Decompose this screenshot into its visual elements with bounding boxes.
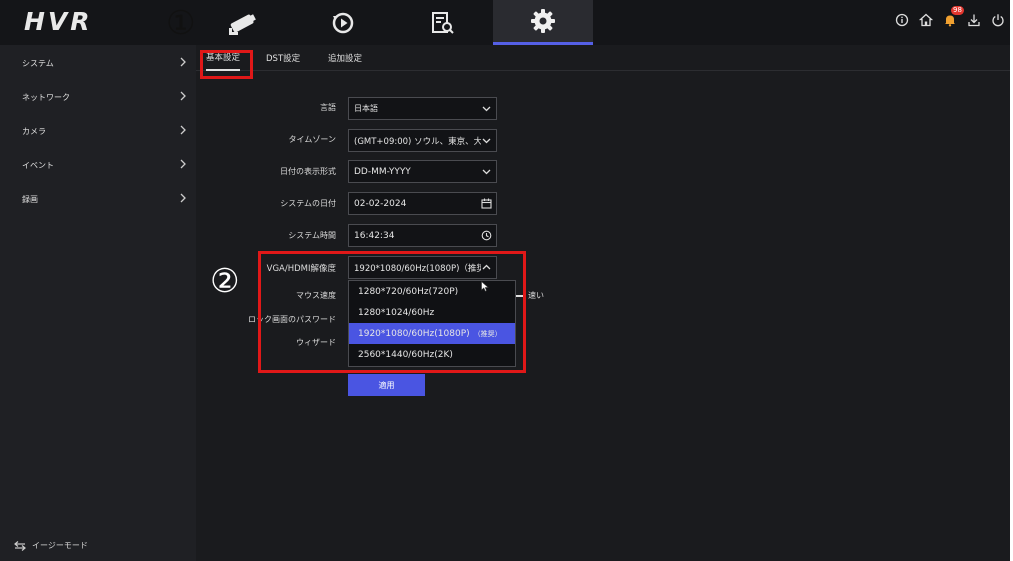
resolution-option[interactable]: 1280*720/60Hz(720P)	[349, 281, 515, 302]
top-right-icons: 98	[894, 6, 1006, 28]
timezone-value: (GMT+09:00) ソウル、東京、大阪	[354, 136, 491, 147]
chevron-right-icon	[180, 57, 186, 67]
clock-icon[interactable]	[481, 230, 492, 241]
chevron-down-icon	[481, 166, 492, 177]
resolution-option[interactable]: 2560*1440/60Hz(2K)	[349, 344, 515, 365]
settings-tabs: 基本設定 DST設定 追加設定	[196, 45, 1010, 71]
annotation-number-one: ①	[166, 3, 196, 42]
nav-search[interactable]	[393, 0, 493, 45]
mouse-speed-slider-end[interactable]: 速い	[516, 290, 544, 301]
tab-dst-settings[interactable]: DST設定	[266, 45, 300, 71]
system-time-value: 16:42:34	[354, 230, 395, 241]
easy-mode-toggle[interactable]: イージーモード	[14, 540, 88, 551]
sidebar-item-system[interactable]: システム	[0, 50, 196, 76]
date-format-select[interactable]: DD-MM-YYYY	[348, 160, 497, 183]
chevron-right-icon	[180, 91, 186, 101]
sidebar: システム ネットワーク カメラ イベント 録画 イージーモード	[0, 45, 196, 561]
download-icon[interactable]	[966, 12, 982, 28]
search-file-icon	[432, 11, 454, 34]
sidebar-item-event[interactable]: イベント	[0, 152, 196, 178]
annotation-number-two: ②	[210, 261, 240, 300]
sidebar-item-camera[interactable]: カメラ	[0, 118, 196, 144]
option-label: 1280*1024/60Hz	[358, 307, 435, 318]
resolution-label: VGA/HDMI解像度	[266, 264, 336, 274]
language-select[interactable]: 日本語	[348, 97, 497, 120]
recommended-tag: （推奨）	[473, 329, 502, 338]
system-date-label: システムの日付	[280, 199, 336, 208]
easy-mode-label: イージーモード	[32, 541, 88, 550]
sidebar-item-label: 録画	[22, 194, 38, 204]
top-bar: HVR 98	[0, 0, 1010, 45]
resolution-value: 1920*1080/60Hz(1080P)（推奨）	[354, 263, 494, 274]
timezone-label: タイムゾーン	[288, 135, 336, 144]
notification-bell-icon[interactable]: 98	[942, 6, 964, 28]
apply-button[interactable]: 適用	[348, 374, 425, 396]
timezone-select[interactable]: (GMT+09:00) ソウル、東京、大阪	[348, 129, 497, 152]
home-icon[interactable]	[918, 12, 934, 28]
chevron-down-icon	[481, 103, 492, 114]
resolution-dropdown: 1280*720/60Hz(720P) 1280*1024/60Hz 1920*…	[348, 280, 516, 367]
option-label: 1920*1080/60Hz(1080P)	[358, 328, 470, 339]
notification-badge: 98	[951, 6, 964, 15]
sidebar-item-label: カメラ	[22, 126, 46, 136]
hvr-settings-window: HVR 98 システム ネットワーク カメラ イベント 録画 イージーモード 基…	[0, 0, 1010, 561]
chevron-down-icon	[481, 135, 492, 146]
language-value: 日本語	[354, 104, 378, 113]
resolution-option[interactable]: 1280*1024/60Hz	[349, 302, 515, 323]
swap-arrows-icon	[14, 540, 26, 551]
nav-playback[interactable]	[293, 0, 393, 45]
tab-additional-settings[interactable]: 追加設定	[328, 45, 362, 71]
info-icon[interactable]	[894, 12, 910, 28]
date-format-label: 日付の表示形式	[280, 167, 336, 176]
mouse-speed-label: マウス速度	[296, 291, 336, 300]
system-time-input[interactable]: 16:42:34	[348, 224, 497, 247]
calendar-icon[interactable]	[481, 198, 492, 209]
mouse-cursor-icon	[481, 281, 489, 292]
sidebar-item-label: システム	[22, 58, 54, 68]
system-date-value: 02-02-2024	[354, 198, 407, 209]
camera-icon	[229, 13, 256, 35]
system-date-input[interactable]: 02-02-2024	[348, 192, 497, 215]
slider-track	[516, 294, 525, 297]
sidebar-item-recording[interactable]: 録画	[0, 186, 196, 212]
lock-password-label: ロック画面のパスワード	[248, 315, 336, 324]
nav-settings[interactable]	[493, 0, 593, 45]
language-label: 言語	[320, 103, 336, 112]
playback-icon	[332, 12, 354, 33]
app-logo: HVR	[24, 7, 93, 36]
sidebar-item-network[interactable]: ネットワーク	[0, 84, 196, 110]
system-time-label: システム時間	[288, 231, 336, 240]
option-label: 1280*720/60Hz(720P)	[358, 286, 459, 297]
resolution-option-selected[interactable]: 1920*1080/60Hz(1080P) （推奨）	[349, 323, 515, 344]
tab-basic-settings[interactable]: 基本設定	[206, 45, 241, 71]
option-label: 2560*1440/60Hz(2K)	[358, 349, 453, 360]
settings-panel: 基本設定 DST設定 追加設定 言語 日本語 タイムゾーン (GMT+09:00…	[196, 45, 1010, 561]
sidebar-item-label: イベント	[22, 160, 54, 170]
chevron-up-icon	[481, 262, 492, 273]
resolution-select[interactable]: 1920*1080/60Hz(1080P)（推奨）	[348, 256, 497, 279]
mouse-speed-fast-label: 速い	[528, 291, 544, 300]
nav-live-view[interactable]	[193, 0, 293, 45]
date-format-value: DD-MM-YYYY	[354, 166, 411, 177]
wizard-label: ウィザード	[296, 338, 336, 347]
gear-icon	[531, 9, 555, 33]
power-icon[interactable]	[990, 12, 1006, 28]
sidebar-item-label: ネットワーク	[22, 92, 70, 102]
